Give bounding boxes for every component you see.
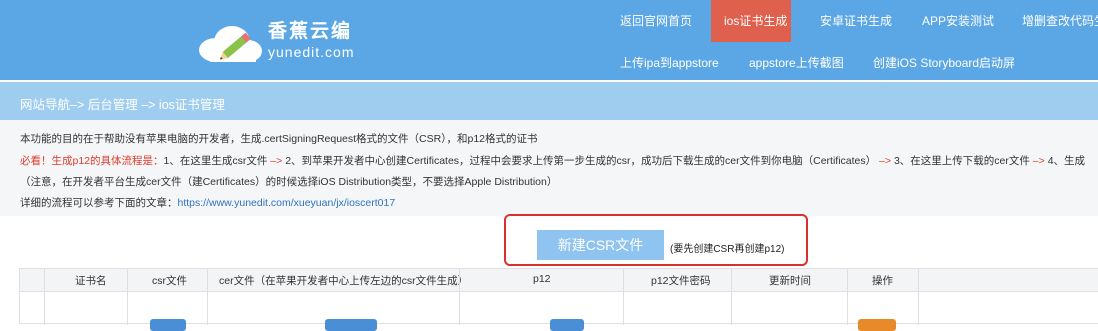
column-divider — [918, 269, 919, 325]
row-action-button-partial[interactable] — [858, 319, 896, 331]
intro-line-2: 必看！生成p12的具体流程是：1、在这里生成csr文件 –> 2、到苹果开发者中… — [20, 153, 1085, 168]
breadcrumb: 网站导航–> 后台管理 –> ios证书管理 — [20, 98, 225, 112]
new-csr-button[interactable]: 新建CSR文件 — [537, 230, 664, 260]
nav-upload-ipa[interactable]: 上传ipa到appstore — [620, 55, 719, 71]
nav-ios-cert[interactable]: ios证书生成 — [724, 13, 787, 29]
th-p12: p12 — [533, 273, 551, 285]
column-divider — [44, 269, 45, 325]
nav-android-cert[interactable]: 安卓证书生成 — [820, 13, 892, 29]
certificate-table: 证书名 csr文件 cer文件（在苹果开发者中心上传左边的csr文件生成） p1… — [19, 268, 1098, 331]
nav-app-install-test[interactable]: APP安装测试 — [922, 13, 994, 29]
column-divider — [127, 269, 128, 325]
th-p12-password: p12文件密码 — [651, 275, 711, 287]
th-cer-file: cer文件（在苹果开发者中心上传左边的csr文件生成） — [219, 275, 469, 287]
brand-domain: yunedit.com — [268, 44, 355, 60]
arrow: –> — [1029, 155, 1048, 167]
column-divider — [207, 269, 208, 325]
step-4: 4、生成 — [1047, 155, 1086, 167]
row-button-partial[interactable] — [550, 319, 584, 331]
table-header-row: 证书名 csr文件 cer文件（在苹果开发者中心上传左边的csr文件生成） p1… — [20, 269, 1098, 292]
instructions-panel: 本功能的目的在于帮助没有苹果电脑的开发者，生成.certSigningReque… — [0, 120, 1098, 216]
th-csr-file: csr文件 — [152, 275, 187, 287]
new-csr-hint: (要先创建CSR再创建p12) — [670, 244, 785, 255]
step-1: 1、在这里生成csr文件 — [163, 155, 268, 167]
brand-name: 香蕉云编 — [268, 21, 353, 42]
step-3: 3、在这里上传下载的cer文件 — [893, 155, 1030, 167]
step-2: 2、到苹果开发者中心创建Certificates，过程中会要求上传第一步生成的c… — [285, 155, 877, 167]
th-actions: 操作 — [872, 275, 893, 287]
th-cert-name: 证书名 — [75, 275, 107, 287]
breadcrumb-bar: 网站导航–> 后台管理 –> ios证书管理 — [0, 82, 1098, 120]
column-divider — [623, 269, 624, 325]
nav-crud-code[interactable]: 增删查改代码生 — [1022, 13, 1098, 29]
intro-line-1: 本功能的目的在于帮助没有苹果电脑的开发者，生成.certSigningReque… — [20, 133, 538, 145]
arrow: –> — [876, 155, 894, 167]
arrow: –> — [267, 155, 286, 167]
row-button-partial[interactable] — [325, 319, 377, 331]
intro-line-4: 详细的流程可以参考下面的文章：https://www.yunedit.com/x… — [20, 195, 395, 210]
must-read-label: 必看！生成p12的具体流程是： — [20, 155, 164, 167]
nav-ios-storyboard[interactable]: 创建iOS Storyboard启动屏 — [873, 55, 1015, 71]
reference-link[interactable]: https://www.yunedit.com/xueyuan/jx/iosce… — [178, 197, 396, 209]
nav-appstore-screenshots[interactable]: appstore上传截图 — [749, 55, 844, 71]
logo[interactable]: 香蕉云编 yunedit.com — [196, 14, 366, 70]
cloud-pencil-logo-icon — [199, 26, 262, 62]
nav-home[interactable]: 返回官网首页 — [620, 13, 692, 29]
column-divider — [847, 269, 848, 325]
reference-label: 详细的流程可以参考下面的文章： — [20, 197, 178, 209]
column-divider — [731, 269, 732, 325]
column-divider — [459, 269, 460, 325]
row-button-partial[interactable] — [150, 319, 186, 331]
top-header: 香蕉云编 yunedit.com 返回官网首页 ios证书生成 安卓证书生成 A… — [0, 0, 1098, 80]
intro-line-3: （注意，在开发者平台生成cer文件（建Certificates）的时候选择iOS… — [20, 176, 558, 188]
th-updated-time: 更新时间 — [769, 275, 811, 287]
